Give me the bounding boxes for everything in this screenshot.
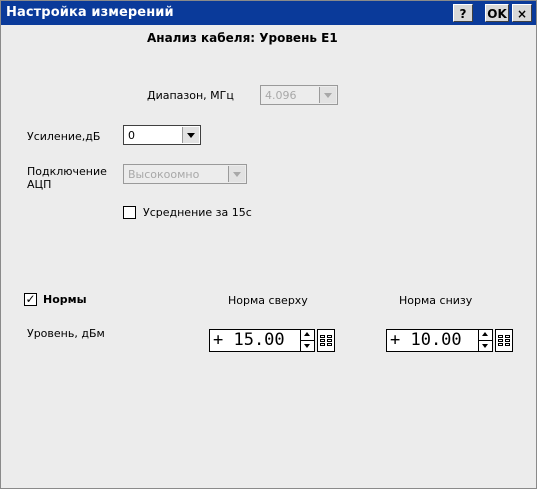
adc-select: Высокоомно — [123, 164, 247, 184]
gain-select[interactable]: 0 — [123, 125, 201, 145]
range-select: 4.096 — [260, 85, 338, 105]
norms-checkbox[interactable]: ✓ — [24, 293, 37, 306]
close-button[interactable]: × — [512, 4, 532, 22]
gain-label: Усиление,дБ — [27, 130, 101, 143]
averaging-label: Усреднение за 15с — [143, 206, 252, 219]
adc-label-line2: АЦП — [27, 178, 52, 191]
ok-button[interactable]: OK — [485, 4, 509, 22]
keypad-icon[interactable] — [495, 329, 513, 352]
level-row-label: Уровень, дБм — [27, 327, 105, 340]
chevron-down-icon — [319, 87, 336, 103]
upper-norm-header: Норма сверху — [228, 294, 308, 307]
dialog-subtitle: Анализ кабеля: Уровень Е1 — [147, 31, 338, 45]
lower-norm-input[interactable]: + 10.00 — [386, 329, 479, 352]
chevron-down-icon[interactable] — [182, 127, 199, 143]
upper-norm-input[interactable]: + 15.00 — [209, 329, 301, 352]
keypad-icon[interactable] — [317, 329, 335, 352]
window-title: Настройка измерений — [6, 5, 174, 20]
arrow-down-icon[interactable] — [479, 341, 492, 351]
range-value: 4.096 — [265, 89, 297, 102]
adc-label: Подключение АЦП — [27, 165, 107, 191]
range-label: Диапазон, МГц — [147, 89, 234, 102]
averaging-checkbox[interactable] — [123, 206, 136, 219]
measurement-settings-dialog: Настройка измерений ? OK × Анализ кабеля… — [0, 0, 537, 489]
lower-norm-header: Норма снизу — [399, 294, 473, 307]
arrow-up-icon[interactable] — [479, 330, 492, 341]
adc-label-line1: Подключение — [27, 165, 107, 178]
checkmark-icon: ✓ — [25, 292, 36, 306]
arrow-up-icon[interactable] — [301, 330, 314, 341]
title-bar: Настройка измерений ? OK × — [1, 1, 536, 25]
adc-value: Высокоомно — [128, 168, 200, 181]
lower-norm-spinner[interactable] — [478, 329, 493, 352]
gain-value: 0 — [128, 129, 135, 142]
help-button[interactable]: ? — [453, 4, 473, 22]
upper-norm-spinner[interactable] — [300, 329, 315, 352]
arrow-down-icon[interactable] — [301, 341, 314, 351]
norms-label: Нормы — [43, 293, 87, 306]
chevron-down-icon — [228, 166, 245, 182]
